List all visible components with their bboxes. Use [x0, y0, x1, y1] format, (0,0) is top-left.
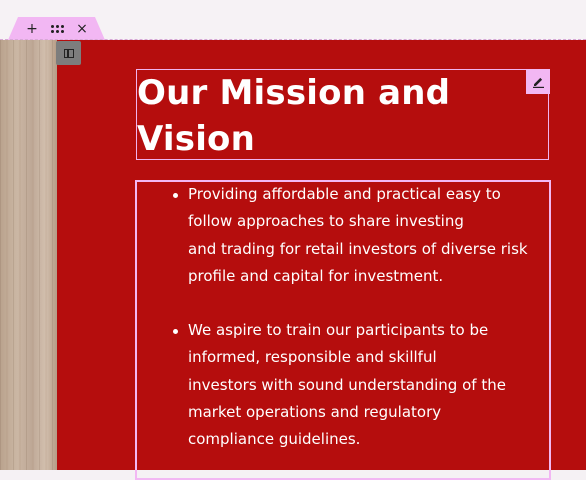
list-item: We aspire to train our participants to b… [173, 317, 544, 453]
bullet-line: follow approaches to share investing [188, 212, 464, 231]
heading-line: Our Mission and [137, 73, 451, 113]
bullet-line: investors with sound understanding of th… [188, 375, 506, 394]
columns-icon [63, 48, 74, 58]
mission-bullet-list: Providing affordable and practical easy … [173, 181, 544, 454]
bullet-line: Providing affordable and practical easy … [188, 185, 501, 203]
bullet-line: profile and capital for investment. [188, 266, 444, 285]
bullet-line: informed, responsible and skillful [188, 348, 437, 367]
pencil-icon [532, 77, 544, 88]
edit-widget-button[interactable] [526, 69, 550, 94]
wood-texture-column [0, 40, 57, 470]
delete-section-icon[interactable]: × [71, 17, 93, 40]
heading-line: Vision [137, 119, 256, 159]
bullet-line: market operations and regulatory [188, 403, 442, 422]
mission-heading: Our Mission and Vision [137, 70, 537, 162]
list-item: Providing affordable and practical easy … [173, 181, 544, 290]
add-section-icon[interactable]: + [21, 17, 43, 40]
bullet-line: We aspire to train our participants to b… [188, 321, 489, 340]
drag-handle-icon[interactable] [46, 17, 68, 40]
bullet-line: compliance guidelines. [188, 430, 361, 449]
bullet-line: and trading for retail investors of dive… [188, 239, 528, 258]
column-edit-handle[interactable] [56, 41, 81, 65]
